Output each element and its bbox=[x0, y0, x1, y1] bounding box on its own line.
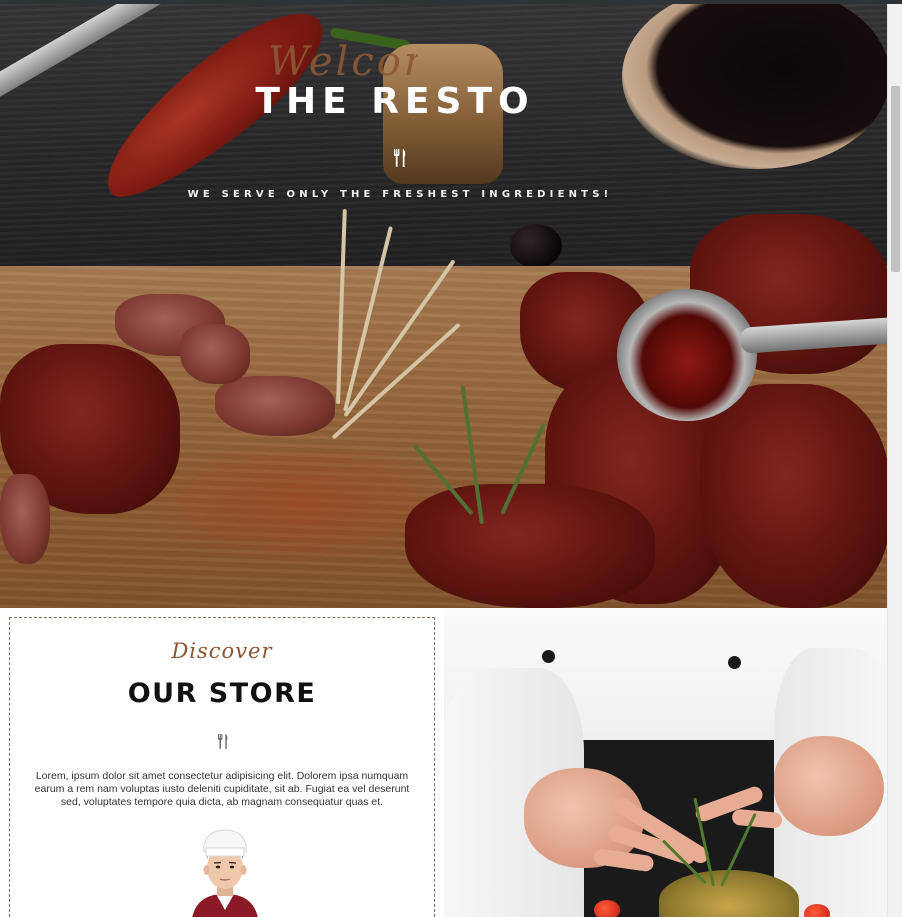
hero-section: Welcome THE RESTO WE SERVE ONLY THE FRES… bbox=[0, 4, 887, 608]
store-title: OUR STORE bbox=[127, 678, 317, 709]
utensils-icon bbox=[394, 149, 406, 167]
hero-tagline: WE SERVE ONLY THE FRESHEST INGREDIENTS! bbox=[187, 189, 613, 200]
tomato-garnish-image bbox=[594, 900, 620, 917]
jacket-button bbox=[542, 650, 555, 663]
utensils-icon bbox=[218, 734, 228, 749]
hero-title: THE RESTO bbox=[255, 81, 535, 122]
page-scrollbar[interactable] bbox=[887, 4, 902, 917]
hero-welcome-script: Welcome bbox=[268, 42, 418, 82]
chef-avatar bbox=[192, 829, 258, 917]
jacket-button bbox=[728, 656, 741, 669]
scrollbar-thumb[interactable] bbox=[891, 86, 900, 272]
store-description: Lorem, ipsum dolor sit amet consectetur … bbox=[34, 770, 410, 808]
tomato-garnish-image bbox=[804, 904, 830, 917]
store-script-heading: Discover bbox=[171, 639, 273, 663]
chef-hand-right bbox=[774, 736, 884, 836]
chef-photo bbox=[444, 608, 887, 917]
store-card: Discover OUR STORE Lorem, ipsum dolor si… bbox=[9, 617, 435, 917]
